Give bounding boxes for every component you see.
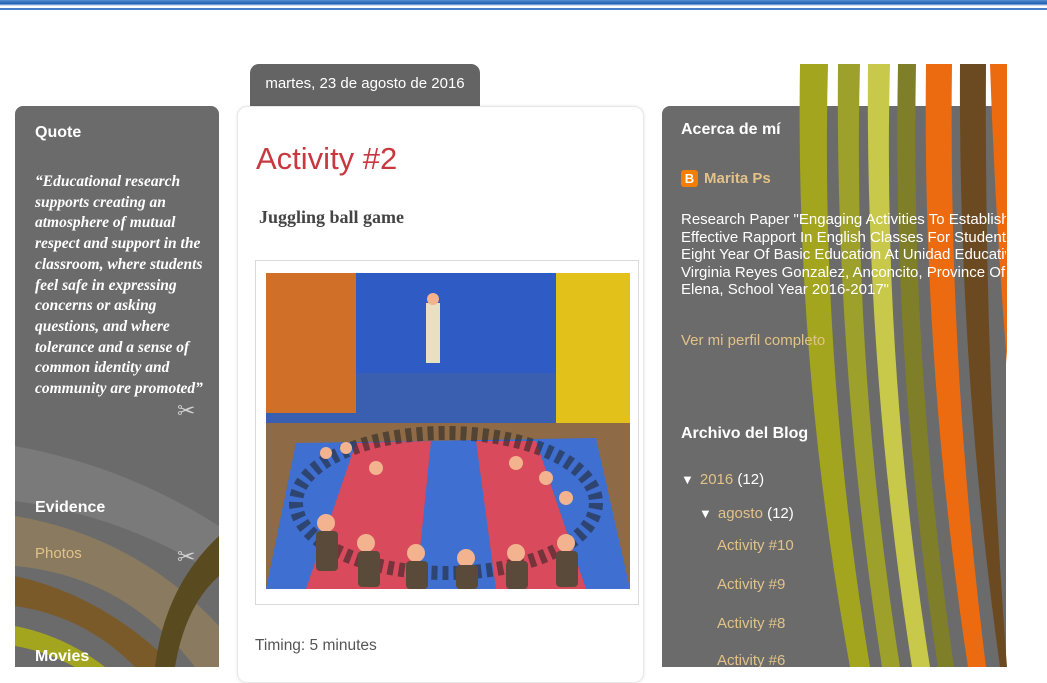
quote-line: classroom, where students (35, 255, 203, 273)
quote-line: feel safe in expressing (35, 276, 177, 294)
quote-line: tolerance and a sense of (35, 338, 190, 356)
profile-name[interactable]: Marita Ps (704, 170, 771, 187)
right-sidebar-content: Acerca de mí B Marita Ps Research Paper … (662, 106, 1006, 667)
archive-post-link[interactable]: Activity #6 (717, 652, 785, 667)
archive-post-link[interactable]: Activity #10 (717, 537, 794, 554)
top-border (0, 0, 1047, 6)
post-title[interactable]: Activity #2 (256, 141, 397, 177)
about-line: Elena, School Year 2016-2017" (681, 281, 889, 298)
triangle-down-icon[interactable]: ▼ (699, 506, 712, 521)
post-timing: Timing: 5 minutes (255, 637, 377, 654)
quote-line: supports creating an (35, 193, 166, 211)
blog-post: Activity #2 Juggling ball game Timing: 5… (237, 106, 644, 683)
post-subtitle: Juggling ball game (259, 207, 405, 227)
post-photo[interactable] (266, 273, 630, 589)
about-title: Acerca de mí (681, 121, 781, 138)
post-date-header: martes, 23 de agosto de 2016 (250, 64, 480, 106)
quote-text: “Educational research supports creating … (35, 172, 215, 400)
quote-line: respect and support in the (35, 235, 201, 253)
post-image-frame (255, 260, 639, 605)
about-line: Eight Year Of Basic Education At Unidad … (681, 246, 1006, 263)
about-line: Virginia Reyes Gonzalez, Anconcito, Prov… (681, 263, 1006, 281)
archive-year-count: (12) (737, 471, 765, 488)
archive-year-link[interactable]: 2016 (700, 471, 733, 488)
quote-title: Quote (35, 124, 82, 141)
archive-post-link[interactable]: Activity #9 (717, 576, 785, 593)
quote-line: “Educational research (35, 173, 181, 190)
movies-title: Movies (35, 648, 90, 665)
blogger-icon: B (681, 170, 698, 187)
about-line: Research Paper "Engaging Activities To E… (681, 211, 1006, 228)
archive-month: ▼ agosto (12) (699, 505, 794, 522)
archive-year: ▼ 2016 (12) (681, 471, 764, 488)
wrench-screwdriver-icon[interactable]: ✂ (177, 400, 195, 422)
quote-line: atmosphere of mutual (35, 214, 176, 232)
quote-line: community are promoted” (35, 380, 203, 398)
archive-month-count: (12) (767, 505, 794, 522)
archive-title: Archivo del Blog (681, 425, 809, 442)
about-line: Effective Rapport In English Classes For… (681, 228, 1006, 246)
photos-link[interactable]: Photos (35, 545, 82, 562)
wrench-screwdriver-icon[interactable]: ✂ (177, 546, 195, 568)
about-text: Research Paper "Engaging Activities To E… (681, 211, 1006, 299)
top-border-line (0, 8, 1047, 10)
quote-line: concerns or asking (35, 297, 157, 315)
left-sidebar: Quote “Educational research supports cre… (15, 106, 219, 667)
archive-month-link[interactable]: agosto (718, 505, 763, 522)
quote-line: questions, and where (35, 317, 170, 335)
triangle-down-icon[interactable]: ▼ (681, 472, 694, 487)
archive-post-link[interactable]: Activity #8 (717, 615, 785, 632)
evidence-title: Evidence (35, 499, 106, 516)
full-profile-link[interactable]: Ver mi perfil completo (681, 332, 825, 349)
quote-line: common identity and (35, 359, 170, 377)
